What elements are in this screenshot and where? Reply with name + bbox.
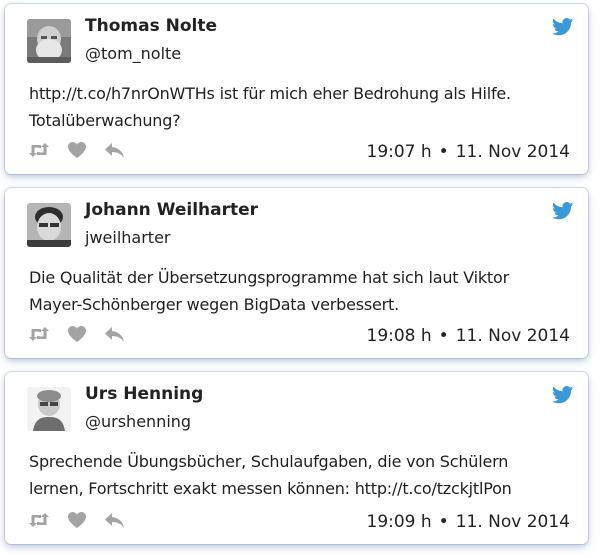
- tweet-date: 11. Nov 2014: [455, 512, 570, 532]
- retweet-icon[interactable]: [27, 141, 51, 159]
- reply-icon[interactable]: [103, 141, 127, 159]
- retweet-icon[interactable]: [27, 511, 51, 529]
- reply-icon[interactable]: [103, 325, 127, 343]
- avatar[interactable]: [27, 203, 71, 247]
- timestamp-separator: •: [438, 326, 449, 346]
- tweet-text: Die Qualität der Übersetzungsprogramme h…: [29, 268, 509, 314]
- author-handle[interactable]: @tom_nolte: [85, 44, 181, 63]
- tweet-feed: Thomas Nolte @tom_nolte http://t.co/h7nr…: [0, 0, 605, 558]
- tweet-card[interactable]: Thomas Nolte @tom_nolte http://t.co/h7nr…: [5, 4, 588, 174]
- author-name[interactable]: Johann Weilharter: [85, 200, 258, 220]
- author-handle[interactable]: jweilharter: [85, 228, 170, 247]
- tweet-date: 11. Nov 2014: [455, 326, 570, 346]
- timestamp-separator: •: [438, 512, 449, 532]
- twitter-bird-icon: [552, 18, 574, 36]
- tweet-time: 19:07 h: [366, 142, 432, 162]
- avatar[interactable]: [27, 19, 71, 63]
- author-name[interactable]: Urs Henning: [85, 384, 203, 404]
- tweet-text: Sprechende Übungsbücher, Schulaufgaben, …: [29, 452, 512, 498]
- tweet-time: 19:08 h: [366, 326, 432, 346]
- twitter-bird-icon: [552, 386, 574, 404]
- heart-icon[interactable]: [65, 325, 89, 343]
- tweet-text: http://t.co/h7nrOnWTHs ist für mich eher…: [29, 84, 511, 130]
- heart-icon[interactable]: [65, 511, 89, 529]
- avatar[interactable]: [27, 387, 71, 431]
- tweet-date: 11. Nov 2014: [455, 142, 570, 162]
- tweet-time: 19:09 h: [366, 512, 432, 532]
- author-handle[interactable]: @urshenning: [85, 412, 191, 431]
- timestamp-separator: •: [438, 142, 449, 162]
- tweet-timestamp[interactable]: 19:09 h • 11. Nov 2014: [367, 512, 571, 532]
- tweet-card[interactable]: Urs Henning @urshenning Sprechende Übung…: [5, 372, 588, 544]
- twitter-bird-icon: [552, 202, 574, 220]
- tweet-actions: [27, 324, 141, 344]
- retweet-icon[interactable]: [27, 325, 51, 343]
- tweet-card[interactable]: Johann Weilharter jweilharter Die Qualit…: [5, 188, 588, 358]
- tweet-timestamp[interactable]: 19:08 h • 11. Nov 2014: [367, 326, 571, 346]
- tweet-actions: [27, 510, 141, 530]
- tweet-timestamp[interactable]: 19:07 h • 11. Nov 2014: [367, 142, 571, 162]
- heart-icon[interactable]: [65, 141, 89, 159]
- reply-icon[interactable]: [103, 511, 127, 529]
- author-name[interactable]: Thomas Nolte: [85, 16, 217, 36]
- tweet-actions: [27, 140, 141, 160]
